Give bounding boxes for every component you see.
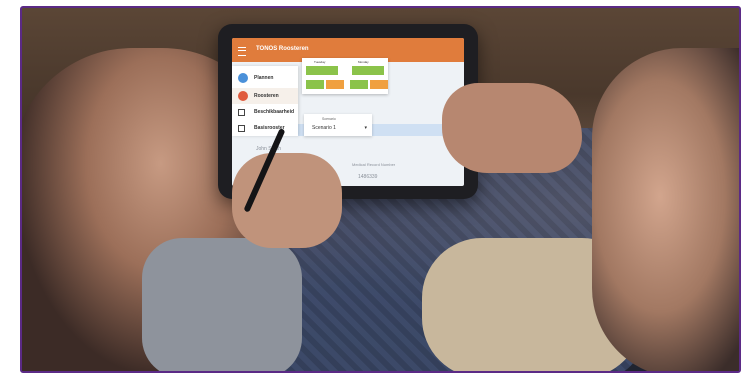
person-right (592, 48, 739, 371)
list-item-label: Beschikbaarheid (254, 109, 295, 115)
scenario-caption: Scenario (322, 117, 336, 121)
calendar-grid-icon (238, 125, 245, 132)
sidebar-item-roosteren[interactable]: Roosteren (232, 88, 298, 104)
shift-cell[interactable] (326, 80, 344, 89)
sidebar-item-label: Plannen (254, 75, 274, 81)
pointing-hand (442, 83, 582, 173)
calendar-icon (238, 73, 248, 83)
schedule-calendar: Tuesday Monday (302, 58, 388, 94)
app-title: TONOS Roosteren (256, 46, 309, 52)
people-icon (238, 91, 248, 101)
person-left-sleeve (142, 238, 302, 371)
day-label: Monday (358, 60, 369, 64)
shift-cell[interactable] (350, 80, 368, 89)
shift-cell[interactable] (306, 80, 324, 89)
sidebar-item-label: Roosteren (254, 93, 279, 99)
record-number: 1486339 (358, 174, 378, 180)
shift-cell[interactable] (370, 80, 388, 89)
availability-icon (238, 109, 245, 116)
chevron-down-icon: ▾ (364, 125, 367, 131)
field-label: Medical Record Number (352, 162, 396, 167)
day-label: Tuesday (314, 60, 326, 64)
shift-cell[interactable] (306, 66, 338, 75)
scenario-value: Scenario 1 (312, 125, 336, 131)
scenario-select[interactable]: Scenario Scenario 1 ▾ (304, 114, 372, 136)
shift-cell[interactable] (352, 66, 384, 75)
sidebar-item-plannen[interactable]: Plannen (232, 70, 298, 86)
menu-icon[interactable] (238, 47, 246, 56)
photo-frame: TONOS Roosteren Tuesday Monday Plannen R… (20, 6, 741, 373)
